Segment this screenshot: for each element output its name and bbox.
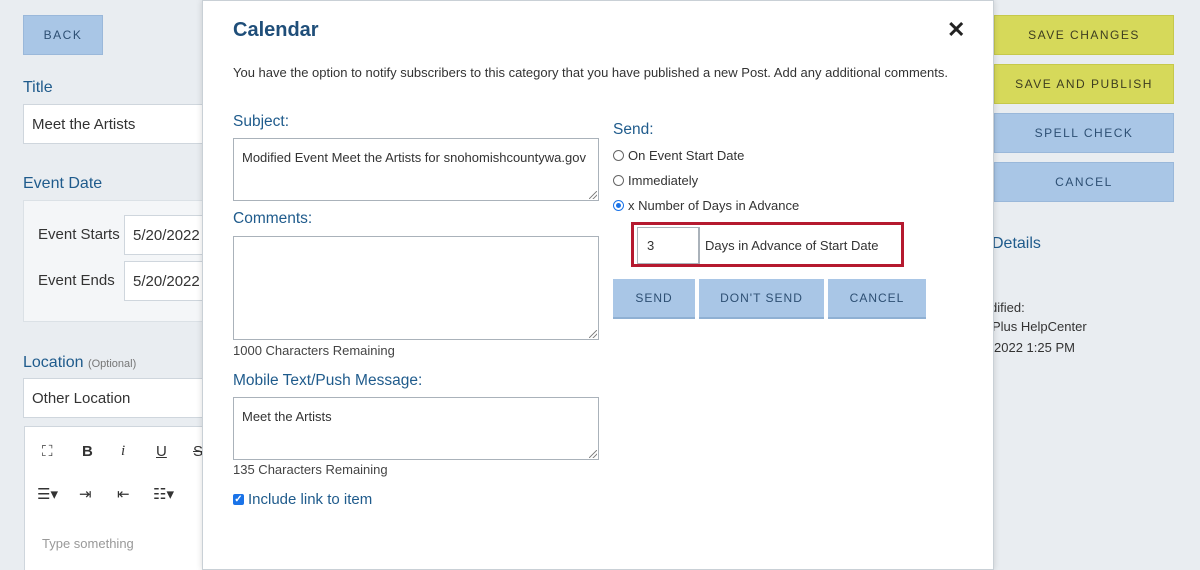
mobile-message-textarea[interactable]: Meet the Artists	[233, 397, 599, 460]
radio-immediately[interactable]: Immediately	[613, 173, 698, 188]
include-link-row[interactable]: ✓ Include link to item	[233, 491, 372, 508]
cancel-button[interactable]: CANCEL	[994, 162, 1174, 202]
event-date-label: Event Date	[23, 175, 103, 192]
details-label: Details	[992, 235, 1041, 252]
italic-icon[interactable]: i	[121, 443, 125, 460]
event-ends-input[interactable]: 5/20/2022	[124, 261, 205, 301]
save-changes-button[interactable]: SAVE CHANGES	[994, 15, 1174, 55]
comments-remaining: 1000 Characters Remaining	[233, 343, 395, 358]
modified-date: 2022 1:25 PM	[994, 340, 1075, 355]
outdent-icon[interactable]: ⇤	[117, 485, 130, 503]
radio-label: x Number of Days in Advance	[628, 198, 800, 213]
back-button[interactable]: BACK	[23, 15, 103, 55]
modified-by: Plus HelpCenter	[992, 319, 1087, 334]
radio-button[interactable]	[613, 150, 624, 161]
radio-on-event-start[interactable]: On Event Start Date	[613, 148, 744, 163]
radio-button-selected[interactable]	[613, 200, 624, 211]
indent-icon[interactable]: ⇥	[79, 485, 92, 503]
days-advance-group: 3 Days in Advance of Start Date	[631, 222, 904, 267]
location-optional: (Optional)	[87, 358, 137, 370]
resize-grip-icon[interactable]	[589, 330, 597, 338]
send-button[interactable]: SEND	[613, 279, 695, 319]
spell-check-button[interactable]: SPELL CHECK	[994, 113, 1174, 153]
align-dropdown-icon[interactable]: ☰▾	[37, 485, 58, 503]
subject-label: Subject:	[233, 113, 290, 130]
radio-button[interactable]	[613, 175, 624, 186]
modified-label: dified:	[990, 300, 1025, 315]
comments-label: Comments:	[233, 210, 313, 227]
include-link-checkbox[interactable]: ✓	[233, 494, 244, 505]
mobile-remaining: 135 Characters Remaining	[233, 462, 388, 477]
event-ends-label: Event Ends	[38, 272, 115, 289]
location-input[interactable]: Other Location	[23, 378, 205, 418]
subject-value: Modified Event Meet the Artists for snoh…	[242, 150, 586, 165]
resize-grip-icon[interactable]	[589, 450, 597, 458]
mobile-message-label: Mobile Text/Push Message:	[233, 372, 423, 389]
radio-label: On Event Start Date	[628, 148, 745, 163]
dialog-title: Calendar	[233, 19, 319, 41]
editor-placeholder: Type something	[42, 536, 134, 551]
bold-icon[interactable]: B	[82, 443, 93, 460]
event-starts-label: Event Starts	[38, 226, 120, 243]
subject-textarea[interactable]: Modified Event Meet the Artists for snoh…	[233, 138, 599, 201]
cancel-send-button[interactable]: CANCEL	[828, 279, 926, 319]
comments-textarea[interactable]	[233, 236, 599, 340]
event-starts-input[interactable]: 5/20/2022	[124, 215, 205, 255]
location-label-text: Location	[23, 354, 84, 371]
title-label: Title	[23, 79, 53, 96]
save-and-publish-button[interactable]: SAVE AND PUBLISH	[994, 64, 1174, 104]
underline-icon[interactable]: U	[156, 443, 167, 460]
resize-grip-icon[interactable]	[589, 191, 597, 199]
close-icon[interactable]: ✕	[947, 17, 965, 43]
radio-label: Immediately	[628, 173, 699, 188]
include-link-label: Include link to item	[248, 491, 373, 508]
title-input[interactable]: Meet the Artists	[23, 104, 205, 144]
list-dropdown-icon[interactable]: ☷▾	[153, 485, 174, 503]
days-input[interactable]: 3	[637, 227, 699, 264]
calendar-notify-dialog: Calendar ✕ You have the option to notify…	[202, 0, 994, 570]
fullscreen-icon[interactable]: ⛶	[42, 443, 53, 460]
mobile-message-value: Meet the Artists	[242, 409, 332, 424]
send-label: Send:	[613, 121, 654, 138]
days-suffix-label: Days in Advance of Start Date	[699, 227, 899, 264]
dialog-intro: You have the option to notify subscriber…	[233, 65, 948, 80]
radio-days-in-advance[interactable]: x Number of Days in Advance	[613, 198, 799, 213]
location-label: Location (Optional)	[23, 354, 136, 372]
rich-text-editor[interactable]: ⛶ B i U S ☰▾ ⇥ ⇤ ☷▾ Type something	[24, 426, 204, 570]
dont-send-button[interactable]: DON'T SEND	[699, 279, 824, 319]
